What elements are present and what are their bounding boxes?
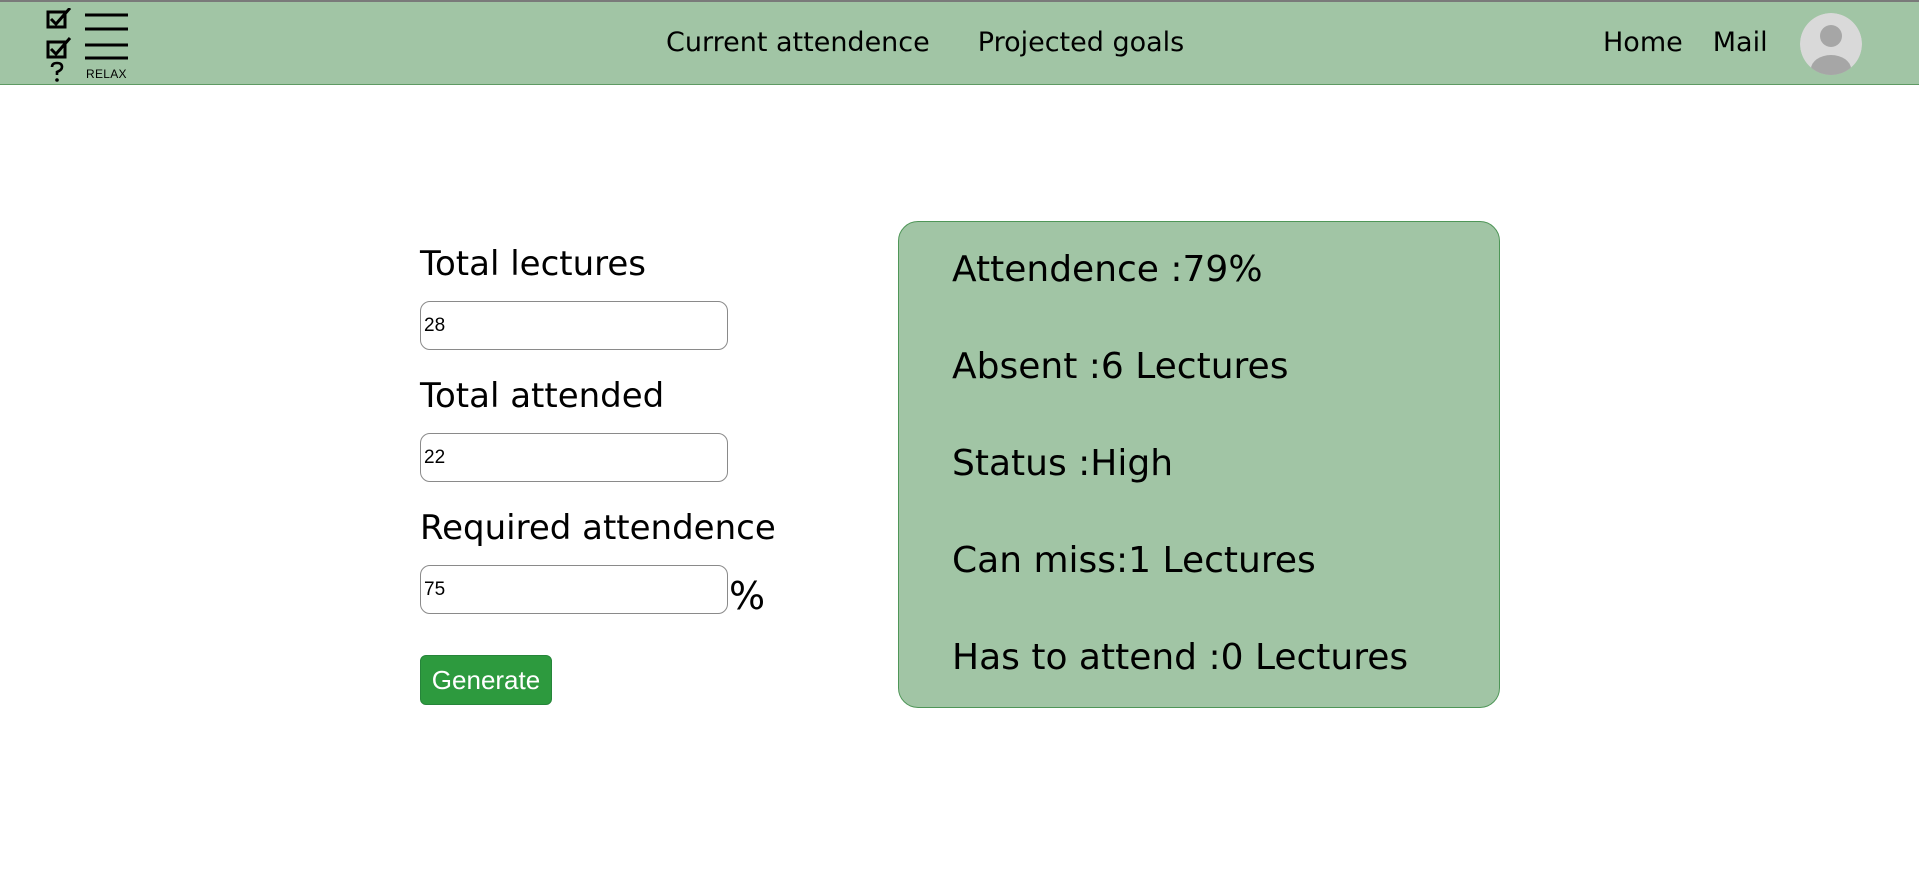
has-to-attend-result: Has to attend :0 Lectures — [952, 637, 1409, 678]
absent-result: Absent :6 Lectures — [952, 346, 1289, 387]
total-attended-label: Total attended — [420, 376, 665, 416]
can-miss-result: Can miss:1 Lectures — [952, 540, 1316, 581]
nav-link-current-attendence[interactable]: Current attendence — [666, 27, 930, 58]
nav-link-home[interactable]: Home — [1603, 27, 1683, 58]
nav-center: Current attendence Projected goals — [666, 27, 1184, 58]
total-attended-input[interactable] — [420, 433, 728, 482]
total-lectures-input[interactable] — [420, 301, 728, 350]
logo-text: RELAX — [86, 67, 127, 81]
nav-right: Home Mail — [1603, 27, 1768, 58]
status-result: Status :High — [952, 443, 1174, 484]
navbar: RELAX Current attendence Projected goals… — [0, 0, 1919, 85]
percent-sign: % — [729, 574, 766, 618]
total-lectures-label: Total lectures — [420, 244, 647, 284]
nav-link-mail[interactable]: Mail — [1713, 27, 1768, 58]
checklist-logo-icon[interactable]: RELAX — [46, 8, 130, 84]
nav-link-projected-goals[interactable]: Projected goals — [978, 27, 1184, 58]
attendance-result: Attendence :79% — [952, 249, 1263, 290]
required-attendence-label: Required attendence — [420, 508, 776, 548]
required-attendence-input[interactable] — [420, 565, 728, 614]
results-card: Attendence :79% Absent :6 Lectures Statu… — [898, 221, 1500, 708]
generate-button[interactable]: Generate — [420, 655, 552, 705]
user-avatar-icon — [1800, 13, 1862, 75]
avatar[interactable] — [1800, 13, 1862, 75]
